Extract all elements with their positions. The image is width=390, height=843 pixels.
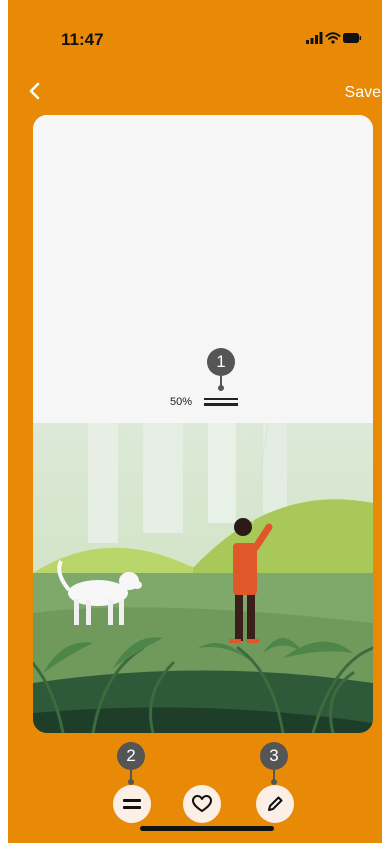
annotation-dot <box>218 385 224 391</box>
signal-icon <box>306 32 323 44</box>
status-icons <box>306 31 362 50</box>
image-canvas[interactable]: 50% <box>33 115 373 733</box>
wifi-icon <box>325 32 341 44</box>
battery-icon <box>343 33 362 43</box>
save-button[interactable]: Save <box>345 84 381 102</box>
back-button[interactable] <box>24 80 46 102</box>
divider-handle[interactable] <box>204 398 239 406</box>
home-indicator <box>140 826 274 831</box>
app-screen: 11:47 Save 50% 1 2 3 <box>8 0 382 843</box>
annotation-badge-2: 2 <box>117 742 145 770</box>
opacity-value: 50% <box>170 396 193 408</box>
split-view-button[interactable] <box>113 785 151 823</box>
chevron-left-icon <box>29 82 40 100</box>
pencil-icon <box>268 796 283 811</box>
blank-area <box>33 115 373 423</box>
heart-icon <box>192 795 212 812</box>
status-time: 11:47 <box>61 30 104 49</box>
annotation-badge-3: 3 <box>260 742 288 770</box>
annotation-badge-1: 1 <box>207 348 235 376</box>
favorite-button[interactable] <box>183 785 221 823</box>
illustration <box>33 423 373 733</box>
equal-lines-icon <box>123 799 141 809</box>
edit-button[interactable] <box>256 785 294 823</box>
opacity-indicator[interactable]: 50% <box>170 396 239 408</box>
